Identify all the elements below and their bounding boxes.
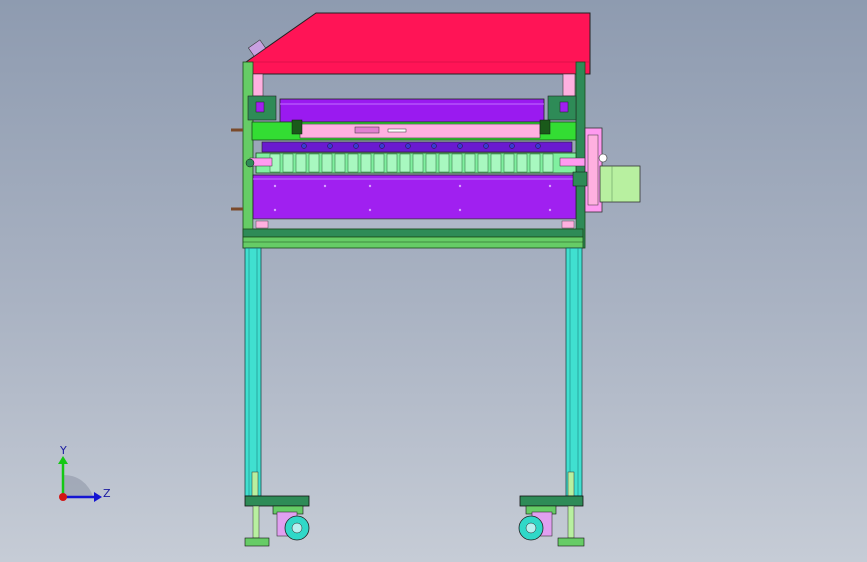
shaft-right (559, 157, 589, 167)
coordinate-triad: Y Z (58, 444, 111, 502)
roller-segment (321, 153, 333, 173)
panel-screw (273, 184, 277, 188)
left-caster[interactable] (244, 495, 310, 547)
roller-segment (451, 153, 463, 173)
base-beam (242, 228, 584, 249)
panel-screw (273, 208, 277, 212)
crossbar-plate (299, 123, 541, 139)
blade-bolt (353, 143, 359, 149)
blade-bolt (327, 143, 333, 149)
roller-segment (373, 153, 385, 173)
roller-segment (412, 153, 424, 173)
right-post (575, 61, 586, 249)
left-post (242, 61, 254, 249)
right-caster[interactable] (518, 495, 585, 547)
roller-segment (360, 153, 372, 173)
roller-segment (542, 153, 554, 173)
blade-bolt (379, 143, 385, 149)
blade-bolt (457, 143, 463, 149)
blade-bolt (509, 143, 515, 149)
roller-segment (503, 153, 515, 173)
blade-bolt (431, 143, 437, 149)
panel-screw (323, 184, 327, 188)
panel-screw (548, 208, 552, 212)
x-axis-dot (59, 493, 67, 501)
blade-bolt (405, 143, 411, 149)
roller-segment (529, 153, 541, 173)
roller-segment (295, 153, 307, 173)
lower-body[interactable] (252, 174, 577, 220)
z-axis-label: Z (103, 487, 111, 500)
panel-screw (458, 184, 462, 188)
top-cover[interactable] (245, 12, 591, 75)
roller-segment (490, 153, 502, 173)
panel-screw (368, 208, 372, 212)
roller-segment (399, 153, 411, 173)
y-axis-label: Y (59, 444, 67, 457)
panel-screw (458, 208, 462, 212)
crossbar[interactable] (251, 119, 577, 141)
blade-bolt (301, 143, 307, 149)
motor-body (599, 165, 641, 203)
blade-bolt (483, 143, 489, 149)
upper-roller[interactable] (279, 98, 545, 123)
cad-viewport[interactable]: Y Z (0, 0, 867, 562)
roller-segment (308, 153, 320, 173)
roller-segment (386, 153, 398, 173)
roller-segment (438, 153, 450, 173)
panel-screw (368, 184, 372, 188)
roller-segment (464, 153, 476, 173)
right-leg (565, 247, 583, 497)
cover-slope (245, 12, 591, 75)
left-leg (244, 247, 262, 497)
blade-bolt (535, 143, 541, 149)
roller-segment (516, 153, 528, 173)
roller-segment (347, 153, 359, 173)
roller-segment (425, 153, 437, 173)
roller-segment (282, 153, 294, 173)
roller-segment (334, 153, 346, 173)
roller-segment (477, 153, 489, 173)
panel-screw (548, 184, 552, 188)
blade-strip (261, 141, 573, 153)
